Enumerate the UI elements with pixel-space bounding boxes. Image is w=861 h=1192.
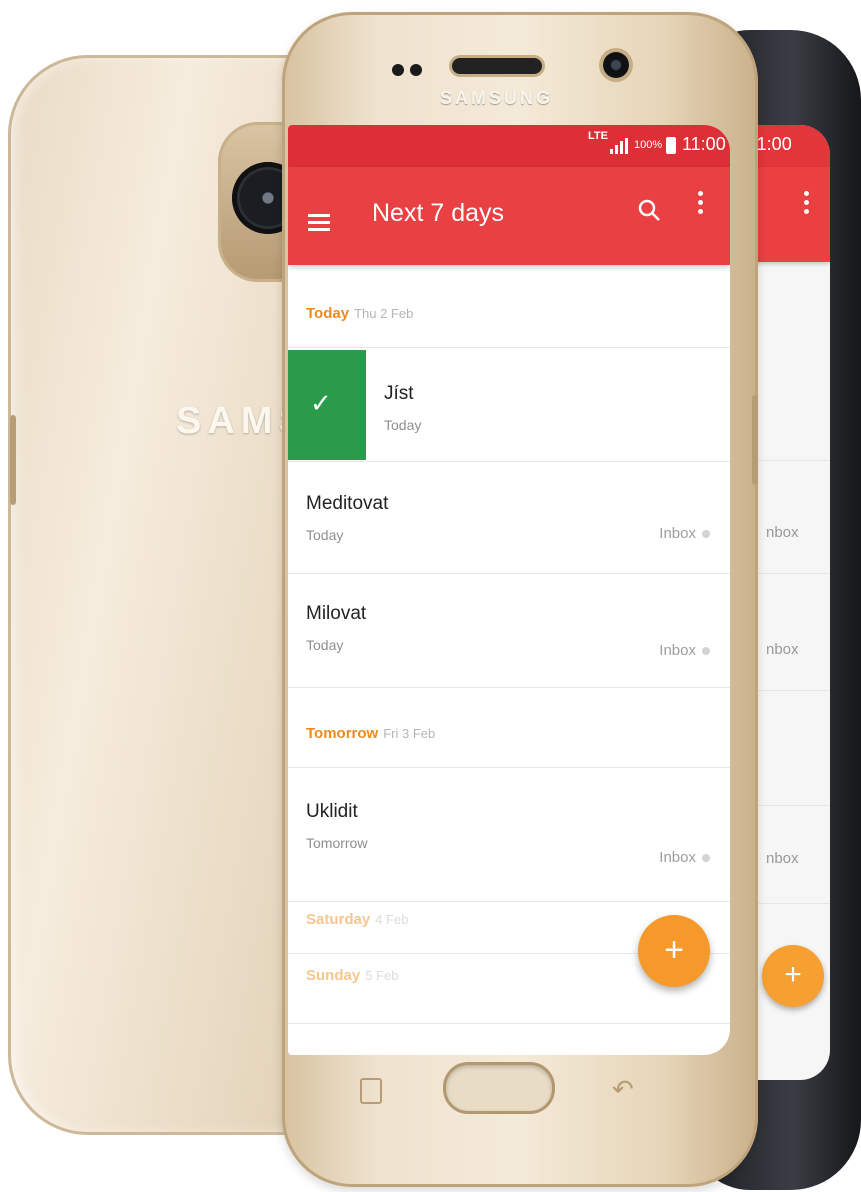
divider (288, 347, 730, 348)
sensor-dot-icon (410, 64, 422, 76)
project-label: Inbox (659, 849, 696, 866)
black-phone-project-label: nbox (766, 524, 799, 541)
earpiece-speaker (452, 58, 542, 74)
divider (288, 1023, 730, 1024)
divider (288, 461, 730, 462)
black-phone-project-label: nbox (766, 641, 799, 658)
task-project: Inbox (659, 849, 710, 866)
app-bar: Next 7 days (288, 167, 730, 265)
back-nav-icon[interactable]: ↶ (612, 1074, 634, 1105)
section-day: Sunday (306, 967, 361, 984)
task-title: Uklidit (306, 801, 358, 822)
search-icon[interactable] (636, 197, 662, 223)
page-title: Next 7 days (372, 199, 505, 227)
black-phone-project-label: nbox (766, 850, 799, 867)
menu-icon[interactable] (308, 214, 330, 231)
section-day: Saturday (306, 911, 371, 928)
add-task-button[interactable]: + (638, 915, 710, 987)
divider (288, 687, 730, 688)
app-screen: LTE 100% 11:00 Next 7 days Today Thu 2 Fe… (288, 125, 730, 1055)
recent-apps-icon[interactable] (360, 1078, 382, 1104)
network-type: LTE (588, 130, 608, 142)
statusbar: LTE 100% 11:00 (288, 125, 730, 167)
battery-icon (666, 137, 676, 154)
battery-percentage: 100% (634, 139, 663, 151)
clock: 11:00 (682, 134, 726, 154)
section-header-tomorrow: Tomorrow Fri 3 Feb (306, 725, 435, 742)
section-header-saturday: Saturday 4 Feb (306, 911, 408, 928)
task-title: Jíst (384, 383, 414, 404)
project-dot-icon (702, 647, 710, 656)
front-camera-icon (603, 52, 629, 78)
section-date: 5 Feb (365, 968, 399, 983)
project-dot-icon (702, 530, 710, 539)
divider (288, 901, 730, 902)
task-due: Today (306, 527, 344, 543)
project-label: Inbox (659, 525, 696, 542)
front-brand-logo: SAMSUNG (440, 88, 554, 108)
project-label: Inbox (659, 642, 696, 659)
task-title: Milovat (306, 603, 367, 624)
swipe-complete-background: ✓ (288, 350, 366, 460)
black-phone-add-task-button[interactable]: + (762, 945, 824, 1007)
signal-icon (610, 138, 628, 154)
sensor-dot-icon (392, 64, 404, 76)
section-header-today: Today Thu 2 Feb (306, 305, 413, 322)
side-rail (10, 415, 16, 505)
task-due: Tomorrow (306, 835, 368, 851)
section-header-sunday: Sunday 5 Feb (306, 967, 398, 984)
task-due: Today (306, 637, 344, 653)
task-project: Inbox (659, 642, 710, 659)
more-options-icon[interactable] (696, 191, 704, 223)
section-day: Tomorrow (306, 725, 379, 742)
section-date: Fri 3 Feb (383, 726, 436, 741)
section-day: Today (306, 305, 350, 322)
check-icon: ✓ (310, 388, 332, 418)
divider (288, 767, 730, 768)
task-title: Meditovat (306, 493, 389, 514)
power-key (752, 395, 758, 485)
section-date: Thu 2 Feb (354, 306, 414, 321)
task-project: Inbox (659, 525, 710, 542)
divider (288, 573, 730, 574)
section-date: 4 Feb (375, 912, 409, 927)
task-due: Today (384, 417, 422, 433)
project-dot-icon (702, 854, 710, 863)
home-button[interactable] (446, 1065, 552, 1111)
black-phone-more-icon[interactable] (804, 191, 810, 214)
